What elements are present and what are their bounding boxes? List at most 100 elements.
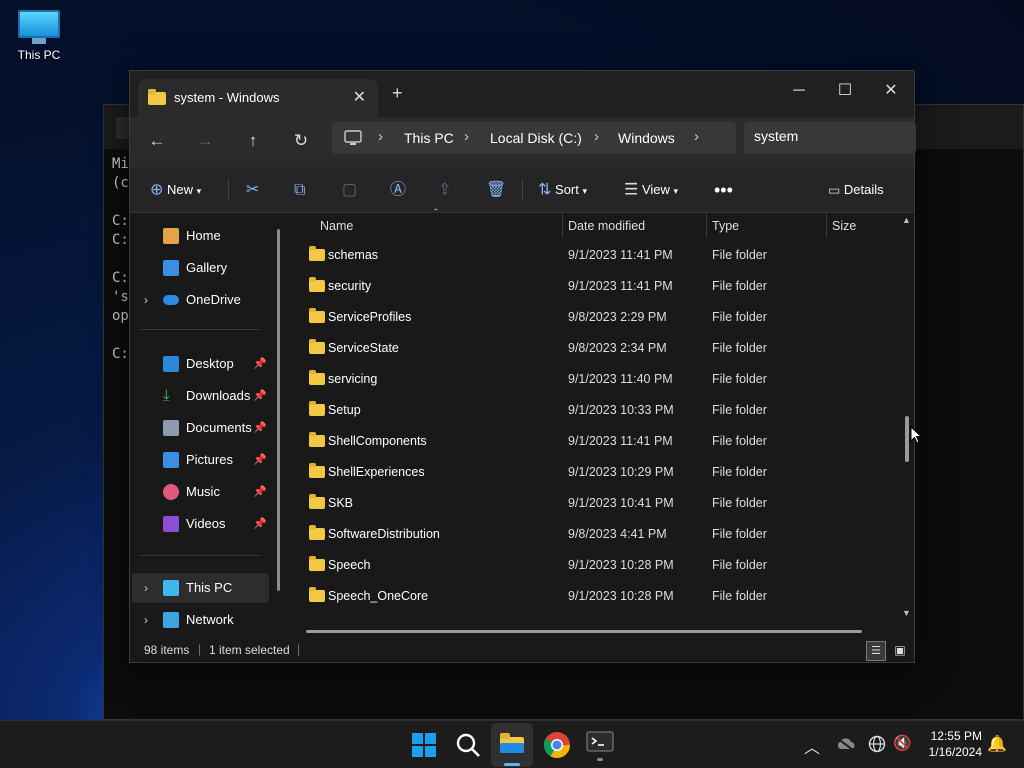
copy-button[interactable]: ⧉ (294, 175, 305, 205)
tab-system[interactable]: system - Windows ✕ (138, 79, 378, 117)
table-row[interactable]: Setup 9/1/2023 10:33 PM File folder (290, 396, 904, 427)
column-divider[interactable] (562, 213, 563, 237)
folder-icon (309, 401, 325, 416)
scroll-down-icon[interactable]: ▼ (902, 608, 911, 618)
notification-bell-icon[interactable]: 🔔 (987, 734, 1007, 754)
desktop-icon-this-pc[interactable]: This PC (10, 10, 68, 62)
onedrive-cloud-icon[interactable] (835, 737, 855, 751)
nav-documents[interactable]: Documents 📌 (132, 413, 269, 443)
nav-onedrive[interactable]: › OneDrive (132, 285, 269, 315)
table-row[interactable]: ShellComponents 9/1/2023 11:41 PM File fol… (290, 427, 904, 458)
sort-button[interactable]: ⇅ Sort ▾ (538, 175, 587, 205)
globe-icon[interactable] (868, 735, 886, 753)
table-row[interactable]: ServiceProfiles 9/8/2023 2:29 PM File fold… (290, 303, 904, 334)
table-row[interactable]: ShellExperiences 9/1/2023 10:29 PM File fo… (290, 458, 904, 489)
column-type[interactable]: Type (712, 219, 739, 233)
pin-icon[interactable]: 📌 (253, 381, 267, 411)
clock-date[interactable]: 1/16/2024 (922, 745, 982, 759)
maximize-button[interactable]: ☐ (822, 76, 868, 106)
chevron-up-icon[interactable]: ︿ (804, 734, 820, 758)
table-row[interactable]: ServiceState 9/8/2023 2:34 PM File folder (290, 334, 904, 365)
table-row[interactable]: SKB 9/1/2023 10:41 PM File folder (290, 489, 904, 520)
close-window-button[interactable]: ✕ (868, 76, 914, 106)
running-indicator (597, 758, 603, 761)
nav-pictures[interactable]: Pictures 📌 (132, 445, 269, 475)
rename-button[interactable]: Ⓐ (390, 175, 406, 205)
view-button[interactable]: ☰ View ▾ (624, 175, 678, 205)
close-tab-icon[interactable]: ✕ (353, 87, 366, 107)
more-options-button[interactable]: ••• (714, 175, 733, 205)
pin-icon[interactable]: 📌 (253, 413, 267, 443)
refresh-button[interactable]: ↻ (285, 125, 317, 157)
nav-gallery[interactable]: Gallery (132, 253, 269, 283)
sort-ascending-icon: ⌃ (432, 207, 440, 217)
forward-button[interactable]: → (189, 125, 221, 157)
volume-muted-icon[interactable]: 🔇 (893, 734, 912, 752)
column-date-modified[interactable]: Date modified (568, 219, 645, 233)
vertical-scrollbar-thumb[interactable] (905, 416, 909, 462)
start-windows-icon[interactable] (408, 729, 440, 761)
search-box[interactable] (744, 122, 916, 154)
search-icon[interactable] (452, 729, 484, 761)
file-date: 9/1/2023 10:28 PM (568, 589, 674, 603)
horizontal-scrollbar-thumb[interactable] (306, 630, 862, 633)
title-bar[interactable]: system - Windows ✕ + ─ ☐ ✕ (130, 71, 914, 117)
table-row[interactable]: Speech_OneCore 9/1/2023 10:28 PM File fold… (290, 582, 904, 613)
chevron-right-icon[interactable]: › (144, 605, 148, 635)
back-button[interactable]: ← (141, 125, 173, 157)
file-explorer-taskbar-button[interactable] (491, 723, 533, 767)
chrome-icon[interactable] (541, 729, 573, 761)
details-button[interactable]: ▭ Details (828, 175, 884, 205)
pin-icon[interactable]: 📌 (253, 509, 267, 539)
file-explorer-window[interactable]: system - Windows ✕ + ─ ☐ ✕ ← → ↑ ↻ › Thi… (129, 70, 916, 663)
column-divider[interactable] (706, 213, 707, 237)
download-icon: ⤓ (163, 387, 170, 404)
cloud-icon (163, 295, 179, 305)
chevron-right-icon[interactable]: › (144, 285, 148, 315)
paste-button[interactable]: ▢ (342, 175, 357, 205)
column-divider[interactable] (826, 213, 827, 237)
divider (140, 329, 260, 330)
column-name[interactable]: Name (320, 219, 353, 233)
clock-time[interactable]: 12:55 PM (924, 729, 982, 743)
table-row[interactable]: security 9/1/2023 11:41 PM File folder (290, 272, 904, 303)
pin-icon[interactable]: 📌 (253, 349, 267, 379)
table-row[interactable]: schemas 9/1/2023 11:41 PM File folder (290, 241, 904, 272)
cut-button[interactable]: ✂ (246, 175, 259, 205)
delete-button[interactable]: 🗑 (486, 175, 506, 205)
details-view-icon[interactable]: ☰ (866, 641, 886, 661)
up-button[interactable]: ↑ (237, 125, 269, 157)
pin-icon[interactable]: 📌 (253, 445, 267, 475)
folder-icon (309, 525, 325, 540)
nav-pane-scrollbar[interactable] (277, 229, 280, 591)
breadcrumb-local-disk[interactable]: Local Disk (C:) (490, 130, 582, 146)
new-tab-button[interactable]: + (392, 83, 403, 104)
chevron-right-icon[interactable]: › (144, 573, 148, 603)
table-row[interactable]: Speech 9/1/2023 10:28 PM File folder (290, 551, 904, 582)
nav-network[interactable]: › Network (132, 605, 269, 635)
nav-downloads[interactable]: ⤓ Downloads 📌 (132, 381, 269, 411)
nav-home[interactable]: Home (132, 221, 269, 251)
folder-icon (309, 556, 325, 571)
nav-this-pc[interactable]: › This PC (132, 573, 269, 603)
nav-videos[interactable]: Videos 📌 (132, 509, 269, 539)
address-bar[interactable]: › This PC › Local Disk (C:) › Windows › (332, 122, 736, 154)
nav-desktop[interactable]: Desktop 📌 (132, 349, 269, 379)
pin-icon[interactable]: 📌 (253, 477, 267, 507)
share-button[interactable]: ⇪ (438, 175, 451, 205)
breadcrumb-windows[interactable]: Windows (618, 130, 675, 146)
minimize-button[interactable]: ─ (776, 76, 822, 106)
navigation-pane: Home Gallery › OneDrive Desktop 📌 ⤓ Downloa… (130, 213, 288, 653)
column-size[interactable]: Size (832, 219, 856, 233)
new-button[interactable]: ⊕ New ▾ (150, 175, 201, 205)
breadcrumb-this-pc[interactable]: This PC (404, 130, 454, 146)
table-row[interactable]: SoftwareDistribution 9/8/2023 4:41 PM File… (290, 520, 904, 551)
nav-music[interactable]: Music 📌 (132, 477, 269, 507)
scroll-up-icon[interactable]: ▲ (902, 215, 911, 225)
terminal-taskbar-button[interactable] (586, 729, 614, 761)
search-input[interactable] (754, 128, 904, 144)
chevron-right-icon[interactable]: › (694, 128, 699, 145)
file-name: ShellExperiences (328, 465, 425, 479)
tiles-view-icon[interactable]: ▣ (890, 641, 910, 661)
table-row[interactable]: servicing 9/1/2023 11:40 PM File folder (290, 365, 904, 396)
